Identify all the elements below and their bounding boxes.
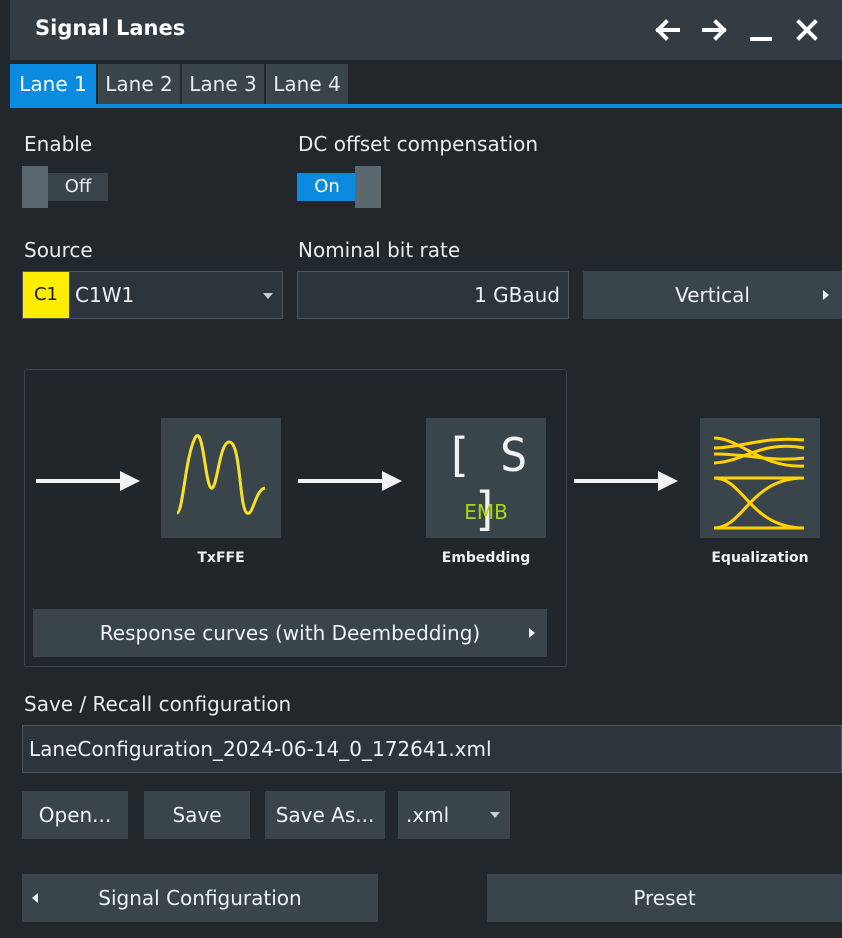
txffe-block[interactable]: [161, 418, 281, 538]
equalization-block[interactable]: [700, 418, 820, 538]
bitrate-label: Nominal bit rate: [298, 238, 461, 262]
flow-arrow-2-icon: [298, 471, 402, 491]
save-recall-label: Save / Recall configuration: [24, 692, 292, 716]
channel-badge: C1: [23, 272, 69, 318]
chevron-down-icon: [490, 812, 500, 818]
signal-configuration-label: Signal Configuration: [98, 886, 302, 910]
source-select[interactable]: C1 C1W1: [22, 271, 283, 319]
chevron-right-icon: [529, 628, 535, 638]
bitrate-value: 1 GBaud: [474, 283, 560, 307]
tab-lane-3[interactable]: Lane 3: [182, 64, 264, 104]
title-bar: Signal Lanes: [10, 0, 842, 60]
open-button[interactable]: Open...: [22, 791, 128, 839]
enable-toggle-state: Off: [48, 173, 108, 201]
signal-lanes-window: Signal Lanes Lane 1 Lane 2 Lane 3 Lane 4…: [0, 0, 842, 938]
tab-underline: [10, 104, 842, 108]
tab-lane-1[interactable]: Lane 1: [10, 64, 96, 104]
arrow-right-icon[interactable]: [698, 13, 732, 47]
window-title: Signal Lanes: [35, 16, 186, 40]
txffe-label: TxFFE: [197, 550, 245, 566]
enable-toggle-knob: [22, 166, 48, 208]
arrow-left-icon[interactable]: [650, 13, 684, 47]
dc-offset-toggle-state: On: [297, 173, 357, 201]
eye-diagram-icon: [713, 436, 805, 530]
format-select[interactable]: .xml: [398, 791, 510, 839]
response-curves-button[interactable]: Response curves (with Deembedding): [33, 609, 547, 657]
dc-offset-toggle-knob: [355, 166, 381, 208]
bitrate-input[interactable]: 1 GBaud: [297, 271, 569, 319]
format-value: .xml: [406, 803, 450, 827]
vertical-button-label: Vertical: [675, 283, 750, 307]
enable-label: Enable: [24, 132, 93, 156]
config-filename-value: LaneConfiguration_2024-06-14_0_172641.xm…: [29, 737, 492, 761]
embedding-label: Embedding: [441, 550, 531, 566]
close-icon[interactable]: [790, 13, 824, 47]
txffe-waveform-icon: [175, 434, 266, 515]
tab-lane-2[interactable]: Lane 2: [98, 64, 180, 104]
embedding-block[interactable]: [ S ] EMB: [426, 418, 546, 538]
source-label: Source: [24, 238, 93, 262]
signal-configuration-button[interactable]: Signal Configuration: [22, 874, 378, 922]
flow-arrow-1-icon: [36, 471, 140, 491]
enable-toggle[interactable]: Off: [22, 166, 108, 208]
chevron-right-icon: [823, 290, 829, 300]
chevron-down-icon: [263, 293, 273, 299]
chevron-left-icon: [32, 893, 38, 903]
source-value: C1W1: [75, 283, 135, 307]
flow-arrow-3-icon: [574, 471, 678, 491]
dc-offset-toggle[interactable]: On: [297, 166, 383, 208]
lane-tabs: Lane 1 Lane 2 Lane 3 Lane 4: [10, 64, 842, 106]
preset-button[interactable]: Preset: [487, 874, 842, 922]
dc-offset-label: DC offset compensation: [298, 132, 539, 156]
equalization-label: Equalization: [711, 550, 809, 566]
vertical-button[interactable]: Vertical: [583, 271, 842, 319]
emb-text: EMB: [464, 500, 508, 524]
save-button[interactable]: Save: [144, 791, 250, 839]
response-curves-label: Response curves (with Deembedding): [99, 621, 481, 645]
config-filename-field[interactable]: LaneConfiguration_2024-06-14_0_172641.xm…: [22, 725, 842, 773]
tab-lane-4[interactable]: Lane 4: [266, 64, 348, 104]
minimize-icon[interactable]: [744, 13, 778, 47]
save-as-button[interactable]: Save As...: [265, 791, 385, 839]
